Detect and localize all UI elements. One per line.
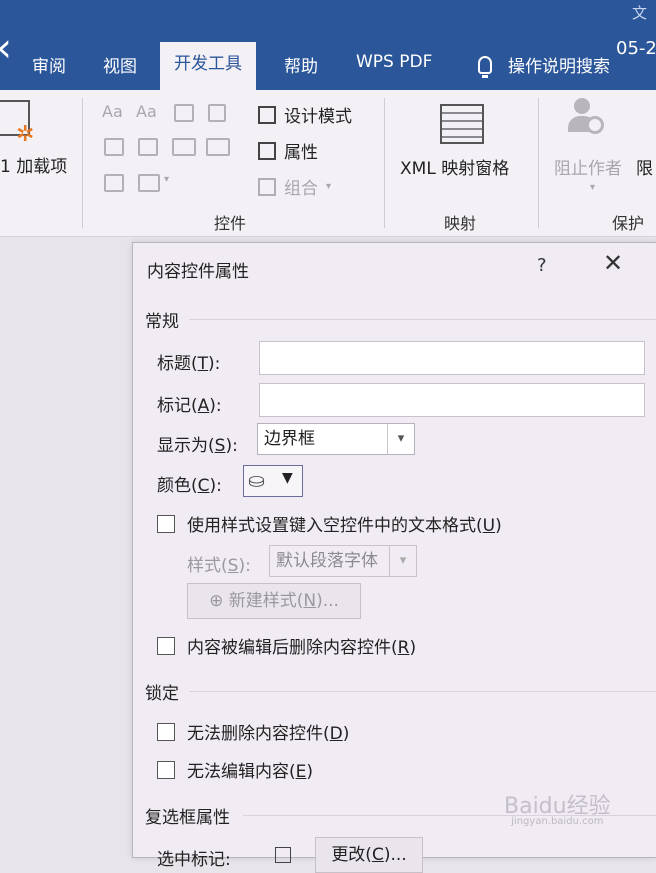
title-label: 标题(T): xyxy=(157,354,221,374)
group-icon xyxy=(258,177,276,196)
ribbon-divider xyxy=(82,98,83,228)
new-style-button[interactable]: ⊕ 新建样式(N)... xyxy=(187,583,361,619)
checkbox-control-icon[interactable] xyxy=(104,138,124,156)
section-locking: 锁定 xyxy=(145,684,179,704)
ribbon-divider xyxy=(384,98,385,228)
show-as-value: 边界框 xyxy=(264,429,315,449)
checkbox-box[interactable] xyxy=(157,636,175,655)
new-style-icon: ⊕ xyxy=(209,591,229,611)
xml-mapping-pane-button[interactable]: XML 映射窗格 xyxy=(400,154,509,179)
remove-after-edit-label: 内容被编辑后删除内容控件(R) xyxy=(187,638,417,658)
color-picker-button[interactable]: ⛀ ▼ xyxy=(243,465,303,497)
xml-pane-icon xyxy=(440,104,484,144)
title-input[interactable] xyxy=(259,341,645,375)
plain-text-control-icon[interactable]: Aa xyxy=(136,102,157,121)
chevron-down-icon: ▾ xyxy=(326,181,332,192)
close-button[interactable]: ✕ xyxy=(603,251,623,275)
help-button[interactable]: ? xyxy=(537,255,547,276)
chevron-down-icon: ▾ xyxy=(387,424,414,454)
baidu-watermark: Baidu经验 jingyan.baidu.com xyxy=(504,794,611,827)
block-authors-button[interactable]: 阻止作者 xyxy=(554,154,622,179)
design-mode-label: 设计模式 xyxy=(284,107,352,127)
legacy-tools-icon[interactable] xyxy=(104,174,124,192)
dropdown-control-icon[interactable] xyxy=(172,138,196,156)
section-general: 常规 xyxy=(145,312,179,332)
group-label-mapping: 映射 xyxy=(444,214,477,233)
color-label: 颜色(C): xyxy=(157,476,222,496)
properties-icon xyxy=(258,141,276,160)
style-label: 样式(S): xyxy=(187,556,251,576)
ribbon-panel: ✲ 1 加载项 Aa Aa ▾ 设计模式 属性 组合 ▾ 控件 XML 映射窗格… xyxy=(0,90,656,237)
combo-box-control-icon[interactable] xyxy=(138,138,158,156)
tab-review[interactable]: 审阅 xyxy=(32,52,66,77)
properties-button[interactable]: 属性 xyxy=(258,138,318,163)
block-authors-icon xyxy=(568,98,604,138)
use-style-checkbox[interactable]: 使用样式设置键入空控件中的文本格式(U) xyxy=(157,511,502,536)
chevron-down-icon: ▾ xyxy=(164,174,170,185)
date-fragment: 05-2 xyxy=(616,38,656,59)
cannot-edit-checkbox[interactable]: 无法编辑内容(E) xyxy=(157,757,313,782)
remove-after-edit-checkbox[interactable]: 内容被编辑后删除内容控件(R) xyxy=(157,633,416,658)
restrict-editing-button[interactable]: 限 xyxy=(636,154,653,179)
date-picker-control-icon[interactable] xyxy=(206,138,230,156)
style-select[interactable]: 默认段落字体 ▾ xyxy=(269,545,417,577)
ribbon-tab-bar: ‹ 文 05-2 审阅 视图 开发工具 帮助 WPS PDF 操作说明搜索 xyxy=(0,0,656,90)
section-checkbox-properties: 复选框属性 xyxy=(145,808,230,828)
group-button[interactable]: 组合 ▾ xyxy=(258,174,331,199)
show-as-label: 显示为(S): xyxy=(157,436,238,456)
ribbon-divider xyxy=(538,98,539,228)
show-as-select[interactable]: 边界框 ▾ xyxy=(257,423,415,455)
section-divider xyxy=(189,319,656,320)
change-checked-button[interactable]: 更改(C)... xyxy=(315,837,423,873)
tab-developer[interactable]: 开发工具 xyxy=(160,42,256,90)
checkbox-box[interactable] xyxy=(157,514,175,533)
group-label-protect: 保护 xyxy=(612,214,645,233)
content-control-properties-dialog: 内容控件属性 ? ✕ 常规 标题(T): 标记(A): 显示为(S): 边界框 … xyxy=(132,242,656,873)
cannot-delete-checkbox[interactable]: 无法删除内容控件(D) xyxy=(157,719,349,744)
checked-symbol-preview xyxy=(275,847,291,867)
cannot-edit-label: 无法编辑内容(E) xyxy=(187,762,314,782)
group-label: 组合 xyxy=(284,179,318,199)
repeating-section-icon[interactable] xyxy=(138,174,160,192)
cannot-delete-label: 无法删除内容控件(D) xyxy=(187,724,350,744)
group-label-controls: 控件 xyxy=(214,214,247,233)
chevron-down-icon: ▾ xyxy=(590,182,596,193)
gear-icon: ✲ xyxy=(16,122,35,147)
building-block-control-icon[interactable] xyxy=(208,104,226,122)
checked-symbol-label: 选中标记: xyxy=(157,850,231,870)
design-mode-button[interactable]: 设计模式 xyxy=(258,102,352,127)
section-divider xyxy=(189,691,656,692)
tell-me-search[interactable]: 操作说明搜索 xyxy=(478,52,610,78)
tag-input[interactable] xyxy=(259,383,645,417)
tab-view[interactable]: 视图 xyxy=(103,52,137,77)
chevron-down-icon: ▾ xyxy=(389,546,416,576)
tell-me-label: 操作说明搜索 xyxy=(508,57,610,77)
checked-x-icon xyxy=(275,847,291,863)
tab-wps-pdf[interactable]: WPS PDF xyxy=(356,52,432,72)
design-mode-icon xyxy=(258,105,276,124)
use-style-label: 使用样式设置键入空控件中的文本格式(U) xyxy=(187,516,502,536)
rich-text-control-icon[interactable]: Aa xyxy=(102,102,123,121)
checkbox-box[interactable] xyxy=(157,722,175,741)
paint-bucket-icon: ⛀ xyxy=(248,468,265,492)
addins-button[interactable]: 1 加载项 xyxy=(0,152,67,177)
dialog-title: 内容控件属性 xyxy=(147,262,249,282)
back-chevron-icon[interactable]: ‹ xyxy=(0,28,12,68)
lightbulb-icon xyxy=(478,55,492,78)
dropdown-arrow-icon: ▼ xyxy=(282,470,293,486)
window-title-fragment: 文 xyxy=(632,4,648,22)
style-value: 默认段落字体 xyxy=(276,551,378,571)
tab-help[interactable]: 帮助 xyxy=(284,52,318,77)
tag-label: 标记(A): xyxy=(157,396,222,416)
picture-control-icon[interactable] xyxy=(174,104,194,122)
properties-label: 属性 xyxy=(284,143,318,163)
checkbox-box[interactable] xyxy=(157,760,175,779)
